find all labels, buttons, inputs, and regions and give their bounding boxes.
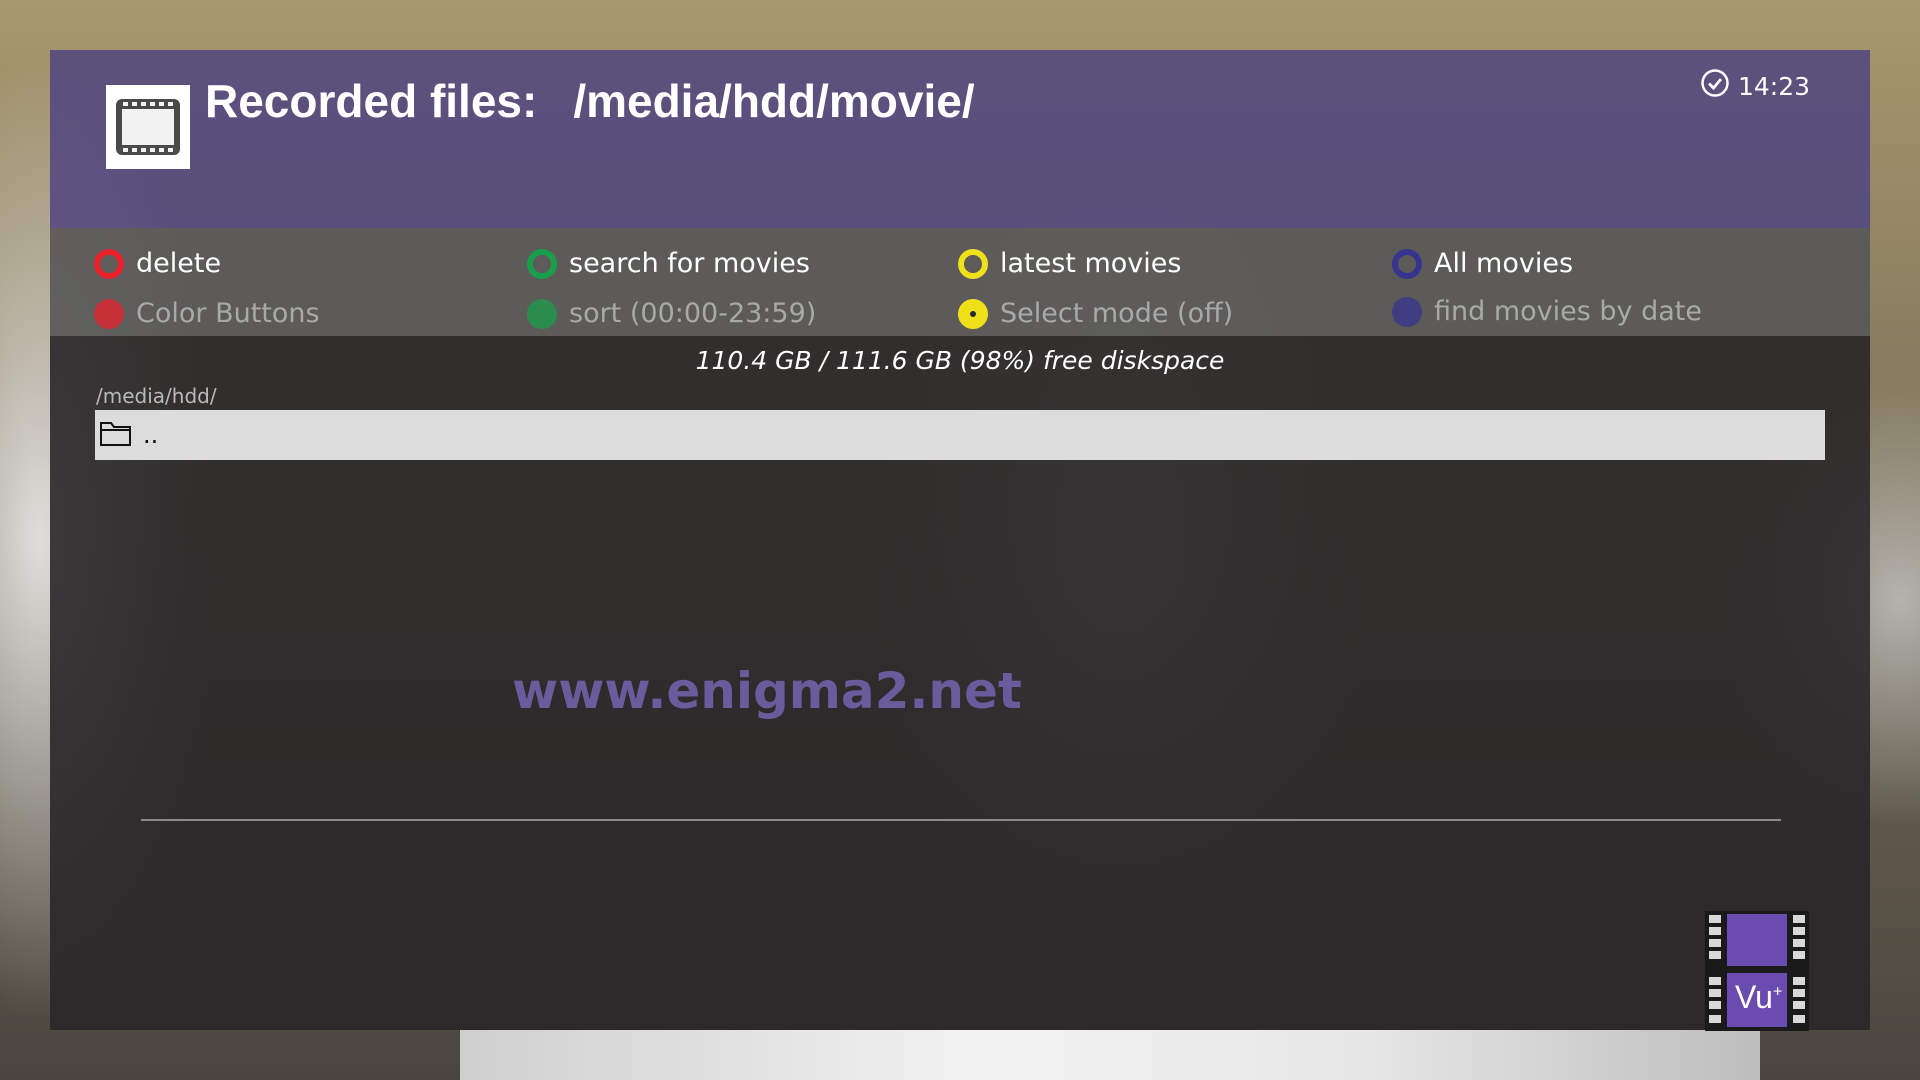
red-long-button-icon — [94, 298, 124, 329]
yellow-long-button-label: Select mode (off) — [1000, 298, 1234, 329]
current-directory: /media/hdd/ — [96, 384, 217, 408]
clock: 14:23 — [1700, 68, 1810, 104]
logo-text: Vu+ — [1735, 979, 1783, 1015]
blue-long-button-label: find movies by date — [1434, 296, 1702, 327]
divider — [141, 819, 1781, 821]
background-video-detail — [460, 1030, 1760, 1080]
blue-long-button-find-by-date[interactable]: find movies by date — [1392, 296, 1702, 327]
blue-button-icon — [1392, 248, 1422, 279]
green-button-search[interactable]: search for movies — [527, 248, 810, 279]
yellow-button-icon — [958, 248, 988, 279]
green-long-button-icon — [527, 298, 557, 329]
blue-button-label: All movies — [1434, 248, 1574, 279]
page-title: Recorded files: /media/hdd/movie/ — [205, 74, 975, 128]
green-long-button-sort[interactable]: sort (00:00-23:59) — [527, 298, 816, 329]
title-label: Recorded files: — [205, 75, 538, 127]
title-path: /media/hdd/movie/ — [573, 75, 975, 127]
red-button-icon — [94, 248, 124, 279]
red-long-button-label: Color Buttons — [136, 298, 320, 329]
vu-plus-logo-icon: Vu+ — [1705, 911, 1809, 1031]
blue-long-button-icon — [1392, 296, 1422, 327]
clock-icon — [1700, 68, 1730, 104]
blue-button-all-movies[interactable]: All movies — [1392, 248, 1573, 279]
yellow-long-button-select-mode[interactable]: Select mode (off) — [958, 298, 1233, 329]
red-button-delete[interactable]: delete — [94, 248, 221, 279]
yellow-long-button-icon — [958, 298, 988, 329]
watermark: www.enigma2.net — [512, 662, 1022, 720]
header-bar: Recorded files: /media/hdd/movie/ 14:23 — [50, 50, 1870, 228]
green-long-button-label: sort (00:00-23:59) — [569, 298, 817, 329]
red-button-label: delete — [136, 248, 222, 279]
list-item-name: .. — [143, 421, 159, 449]
diskspace-info: 110.4 GB / 111.6 GB (98%) free diskspace — [695, 346, 1225, 375]
red-long-button-color-buttons[interactable]: Color Buttons — [94, 298, 320, 329]
movie-list-screen: Recorded files: /media/hdd/movie/ 14:23 d… — [50, 50, 1870, 1031]
list-item-parent-folder[interactable]: .. — [95, 410, 1825, 460]
color-buttons-bar: delete search for movies latest movies A… — [50, 228, 1870, 336]
yellow-button-label: latest movies — [1000, 248, 1182, 279]
green-button-label: search for movies — [569, 248, 810, 279]
film-icon — [106, 85, 190, 169]
clock-time: 14:23 — [1737, 71, 1810, 101]
green-button-icon — [527, 248, 557, 279]
file-browser: 110.4 GB / 111.6 GB (98%) free diskspace… — [50, 336, 1870, 1031]
yellow-button-latest[interactable]: latest movies — [958, 248, 1181, 279]
folder-icon — [99, 419, 133, 451]
